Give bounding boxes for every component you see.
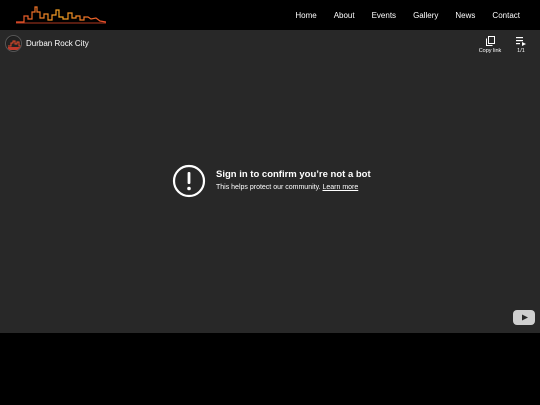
message-body: This helps protect our community. Learn … bbox=[216, 184, 358, 191]
channel-avatar[interactable] bbox=[5, 35, 22, 52]
playlist-button[interactable]: 1/1 bbox=[506, 36, 536, 54]
skyline-logo[interactable] bbox=[16, 4, 106, 26]
nav-gallery[interactable]: Gallery bbox=[413, 11, 438, 20]
warning-icon bbox=[172, 164, 206, 198]
page-bottom-area bbox=[0, 333, 540, 405]
message-text: This helps protect our community. bbox=[216, 184, 321, 191]
copy-link-label: Copy link bbox=[478, 48, 502, 54]
nav-news[interactable]: News bbox=[455, 11, 475, 20]
learn-more-link[interactable]: Learn more bbox=[322, 184, 358, 191]
bot-check-message: Sign in to confirm you’re not a bot This… bbox=[172, 164, 412, 204]
youtube-icon[interactable] bbox=[513, 310, 535, 325]
copy-link-button[interactable]: Copy link bbox=[475, 36, 505, 54]
playlist-count: 1/1 bbox=[517, 48, 525, 54]
channel-title[interactable]: Durban Rock City bbox=[26, 39, 89, 48]
playlist-icon bbox=[516, 37, 526, 46]
top-navigation: Home About Events Gallery News Contact bbox=[0, 0, 540, 30]
nav-about[interactable]: About bbox=[334, 11, 355, 20]
nav-home[interactable]: Home bbox=[295, 11, 316, 20]
main-nav: Home About Events Gallery News Contact bbox=[278, 0, 520, 30]
message-title: Sign in to confirm you’re not a bot bbox=[216, 169, 371, 180]
nav-events[interactable]: Events bbox=[372, 11, 396, 20]
copy-icon bbox=[485, 36, 495, 46]
video-player[interactable]: Durban Rock City Copy link 1/1 Sign in t… bbox=[0, 30, 540, 333]
nav-contact[interactable]: Contact bbox=[492, 11, 520, 20]
